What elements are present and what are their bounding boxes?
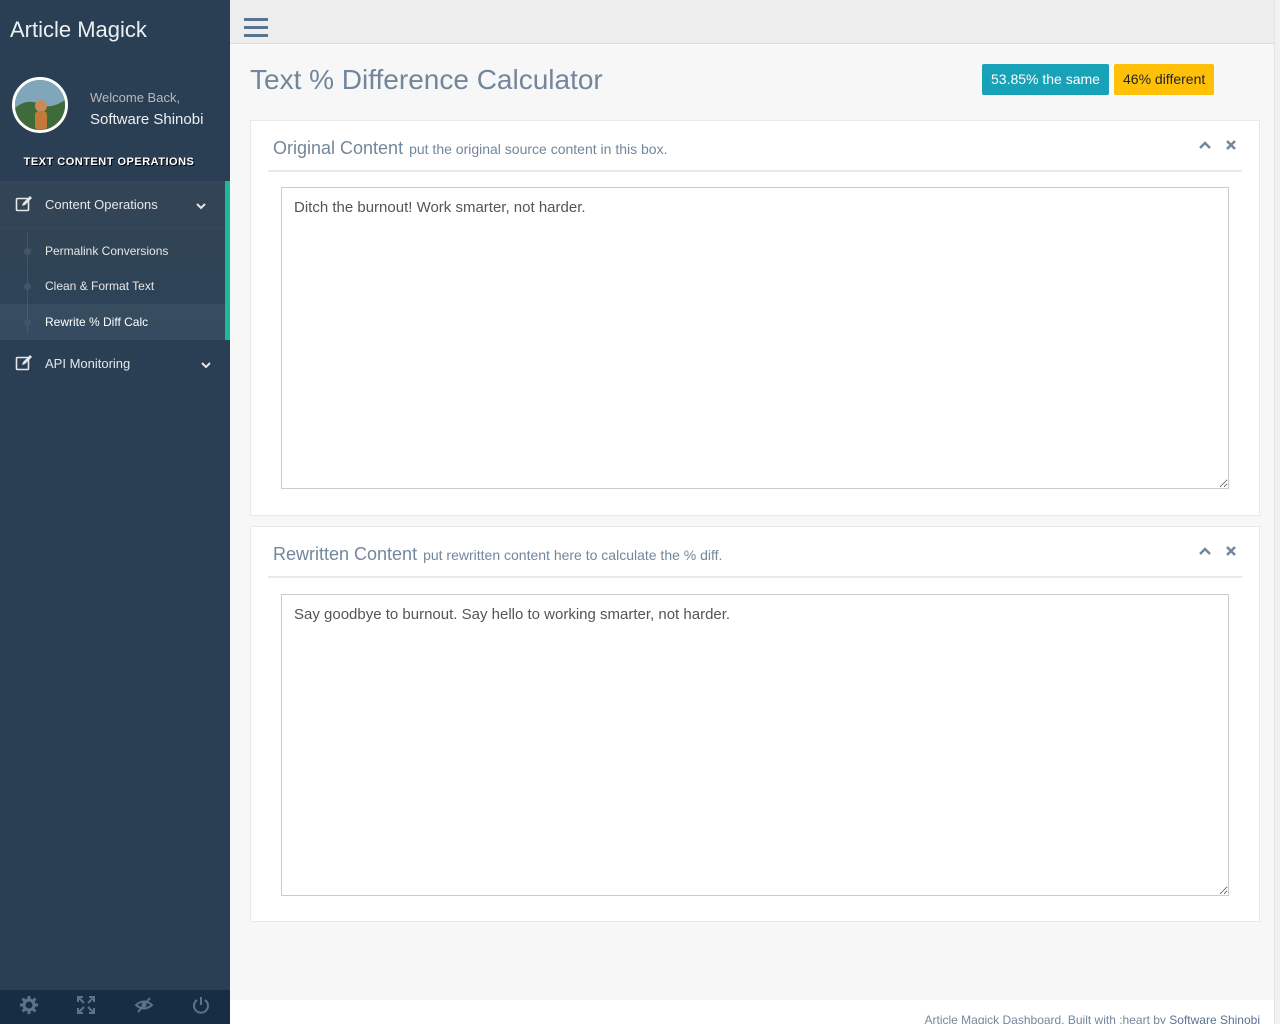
- footer-text: Article Magick Dashboard. Built with :he…: [924, 1013, 1170, 1024]
- bullet-dot: [24, 319, 31, 326]
- collapse-button[interactable]: [1198, 139, 1212, 153]
- collapse-button[interactable]: [1198, 545, 1212, 559]
- difference-badge: 46% different: [1114, 64, 1215, 95]
- chevron-up-icon: [1199, 543, 1211, 561]
- panel-header: Original Content put the original source …: [268, 121, 1242, 172]
- menu-label: API Monitoring: [45, 356, 131, 371]
- bullet-dot: [24, 248, 31, 255]
- panel-title: Original Content put the original source …: [273, 138, 667, 159]
- close-button[interactable]: [1224, 545, 1238, 559]
- scrollbar[interactable]: [1274, 0, 1280, 1024]
- username: Software Shinobi: [90, 111, 204, 128]
- menu-label: Content Operations: [45, 197, 158, 212]
- app-title[interactable]: Article Magick: [10, 17, 147, 43]
- submenu-label: Permalink Conversions: [45, 244, 169, 258]
- panel-tools: [1198, 545, 1238, 559]
- chevron-up-icon: [1199, 137, 1211, 155]
- lock-button[interactable]: [115, 990, 172, 1024]
- hamburger-icon: [244, 18, 268, 43]
- fullscreen-icon: [76, 995, 95, 1019]
- panel-tools: [1198, 139, 1238, 153]
- settings-button[interactable]: [0, 990, 57, 1024]
- menu-api-monitoring[interactable]: API Monitoring: [0, 340, 225, 386]
- avatar: [12, 77, 68, 133]
- top-nav: [230, 0, 1280, 44]
- page-title: Text % Difference Calculator: [250, 64, 603, 95]
- submenu-item-clean-format-text[interactable]: Clean & Format Text: [0, 268, 225, 302]
- settings-icon: [19, 995, 38, 1019]
- rewritten-content-panel: Rewritten Content put rewritten content h…: [250, 526, 1260, 922]
- menu-content-operations[interactable]: Content Operations: [0, 181, 225, 227]
- chevron-down-icon: [201, 358, 211, 369]
- main-content: Text % Difference Calculator 53.85% the …: [230, 0, 1280, 1024]
- edit-icon: [15, 195, 33, 213]
- similarity-badge: 53.85% the same: [982, 64, 1109, 95]
- edit-icon: [15, 354, 33, 372]
- page-footer: Article Magick Dashboard. Built with :he…: [230, 1000, 1274, 1024]
- sidebar: Article Magick Welcome Back, Software Sh…: [0, 0, 230, 1024]
- submenu-item-permalink-conversions[interactable]: Permalink Conversions: [0, 233, 225, 267]
- power-icon: [192, 996, 210, 1019]
- logout-button[interactable]: [172, 990, 229, 1024]
- panel-subtitle: put the original source content in this …: [409, 141, 668, 157]
- submenu-label: Rewrite % Diff Calc: [45, 315, 149, 329]
- submenu-label: Clean & Format Text: [45, 279, 155, 293]
- panel-title-text: Rewritten Content: [273, 544, 418, 564]
- close-button[interactable]: [1224, 139, 1238, 153]
- footer-author-link[interactable]: Software Shinobi: [1169, 1013, 1260, 1024]
- rewritten-content-textarea[interactable]: Say goodbye to burnout. Say hello to wor…: [281, 594, 1229, 896]
- sidebar-footer: [0, 990, 230, 1024]
- submenu-item-rewrite-diff-calc[interactable]: Rewrite % Diff Calc: [0, 304, 225, 340]
- original-content-panel: Original Content put the original source …: [250, 120, 1260, 516]
- panel-header: Rewritten Content put rewritten content h…: [268, 527, 1242, 578]
- welcome-text: Welcome Back,: [90, 90, 181, 105]
- bullet-dot: [24, 283, 31, 290]
- menu-section-title: TEXT CONTENT OPERATIONS: [23, 156, 195, 168]
- panel-title: Rewritten Content put rewritten content h…: [273, 544, 722, 565]
- panel-title-text: Original Content: [273, 138, 404, 158]
- close-icon: [1226, 137, 1236, 155]
- fullscreen-button[interactable]: [57, 990, 114, 1024]
- menu-divider: [0, 227, 225, 228]
- menu-toggle-button[interactable]: [244, 17, 268, 39]
- lock-icon: [133, 996, 154, 1019]
- chevron-down-icon: [196, 199, 206, 210]
- panel-subtitle: put rewritten content here to calculate …: [423, 547, 723, 563]
- original-content-textarea[interactable]: Ditch the burnout! Work smarter, not har…: [281, 187, 1229, 489]
- close-icon: [1226, 543, 1236, 561]
